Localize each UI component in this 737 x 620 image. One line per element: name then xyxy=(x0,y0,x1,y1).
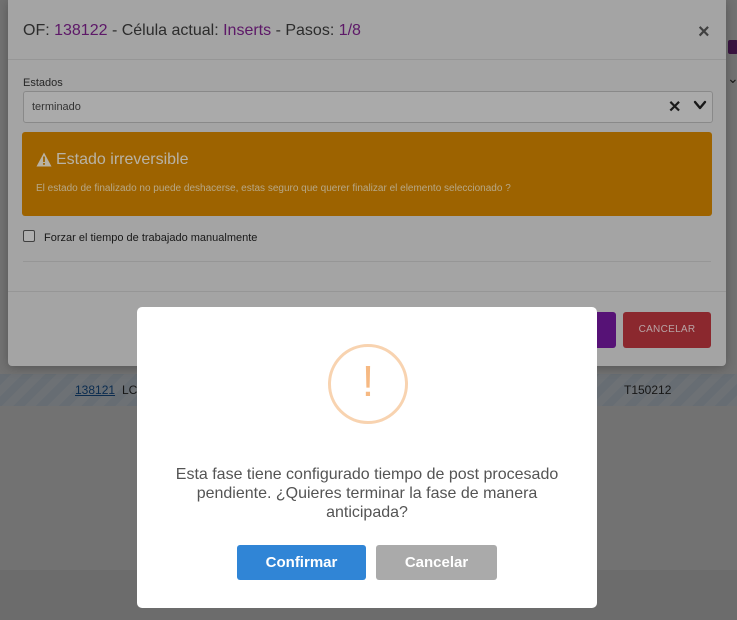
dialog-message: Esta fase tiene configurado tiempo de po… xyxy=(175,466,559,521)
warning-circle-icon: ! xyxy=(328,344,408,424)
confirm-dialog: ! Esta fase tiene configurado tiempo de … xyxy=(137,307,597,608)
dialog-cancel-button[interactable]: Cancelar xyxy=(376,545,497,580)
confirm-button[interactable]: Confirmar xyxy=(237,545,366,580)
exclamation-icon: ! xyxy=(361,357,375,406)
